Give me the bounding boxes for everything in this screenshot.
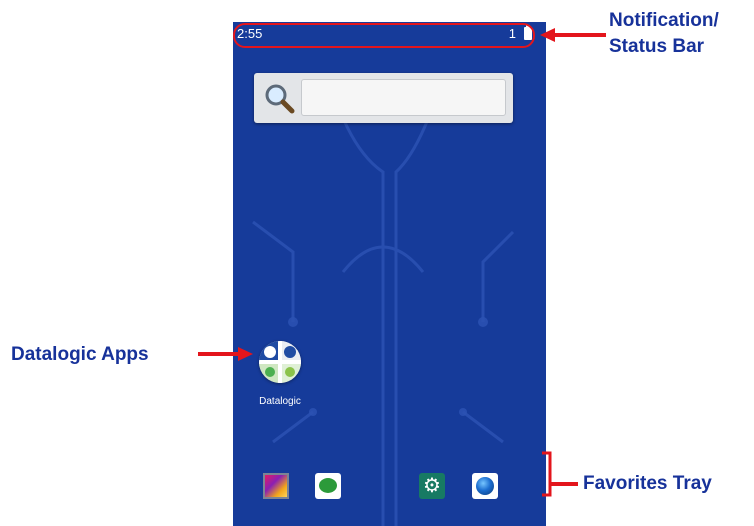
device-screen: 2:55 1 Datalogic ⚙ xyxy=(233,22,546,526)
notification-count: 1 xyxy=(508,26,516,41)
app-label-datalogic: Datalogic xyxy=(259,396,301,407)
search-input[interactable] xyxy=(301,79,506,116)
status-time: 2:55 xyxy=(237,26,263,41)
callout-datalogic-apps: Datalogic Apps xyxy=(11,344,149,365)
search-widget[interactable] xyxy=(254,73,513,123)
browser-globe-icon[interactable] xyxy=(472,473,498,499)
settings-icon[interactable]: ⚙ xyxy=(419,473,445,499)
status-bar[interactable]: 2:55 1 xyxy=(233,22,546,46)
barcode-scanner-icon[interactable] xyxy=(315,473,341,499)
battery-icon xyxy=(524,25,532,40)
callout-notification-status-bar: Notification/ Status Bar xyxy=(609,8,719,60)
callout-favorites-tray: Favorites Tray xyxy=(583,473,712,494)
gallery-icon[interactable] xyxy=(263,473,289,499)
search-icon[interactable] xyxy=(263,82,295,114)
callout-line-1: Notification/ xyxy=(609,10,719,31)
callout-line-2: Status Bar xyxy=(609,36,705,57)
datalogic-folder-icon[interactable] xyxy=(259,341,301,383)
